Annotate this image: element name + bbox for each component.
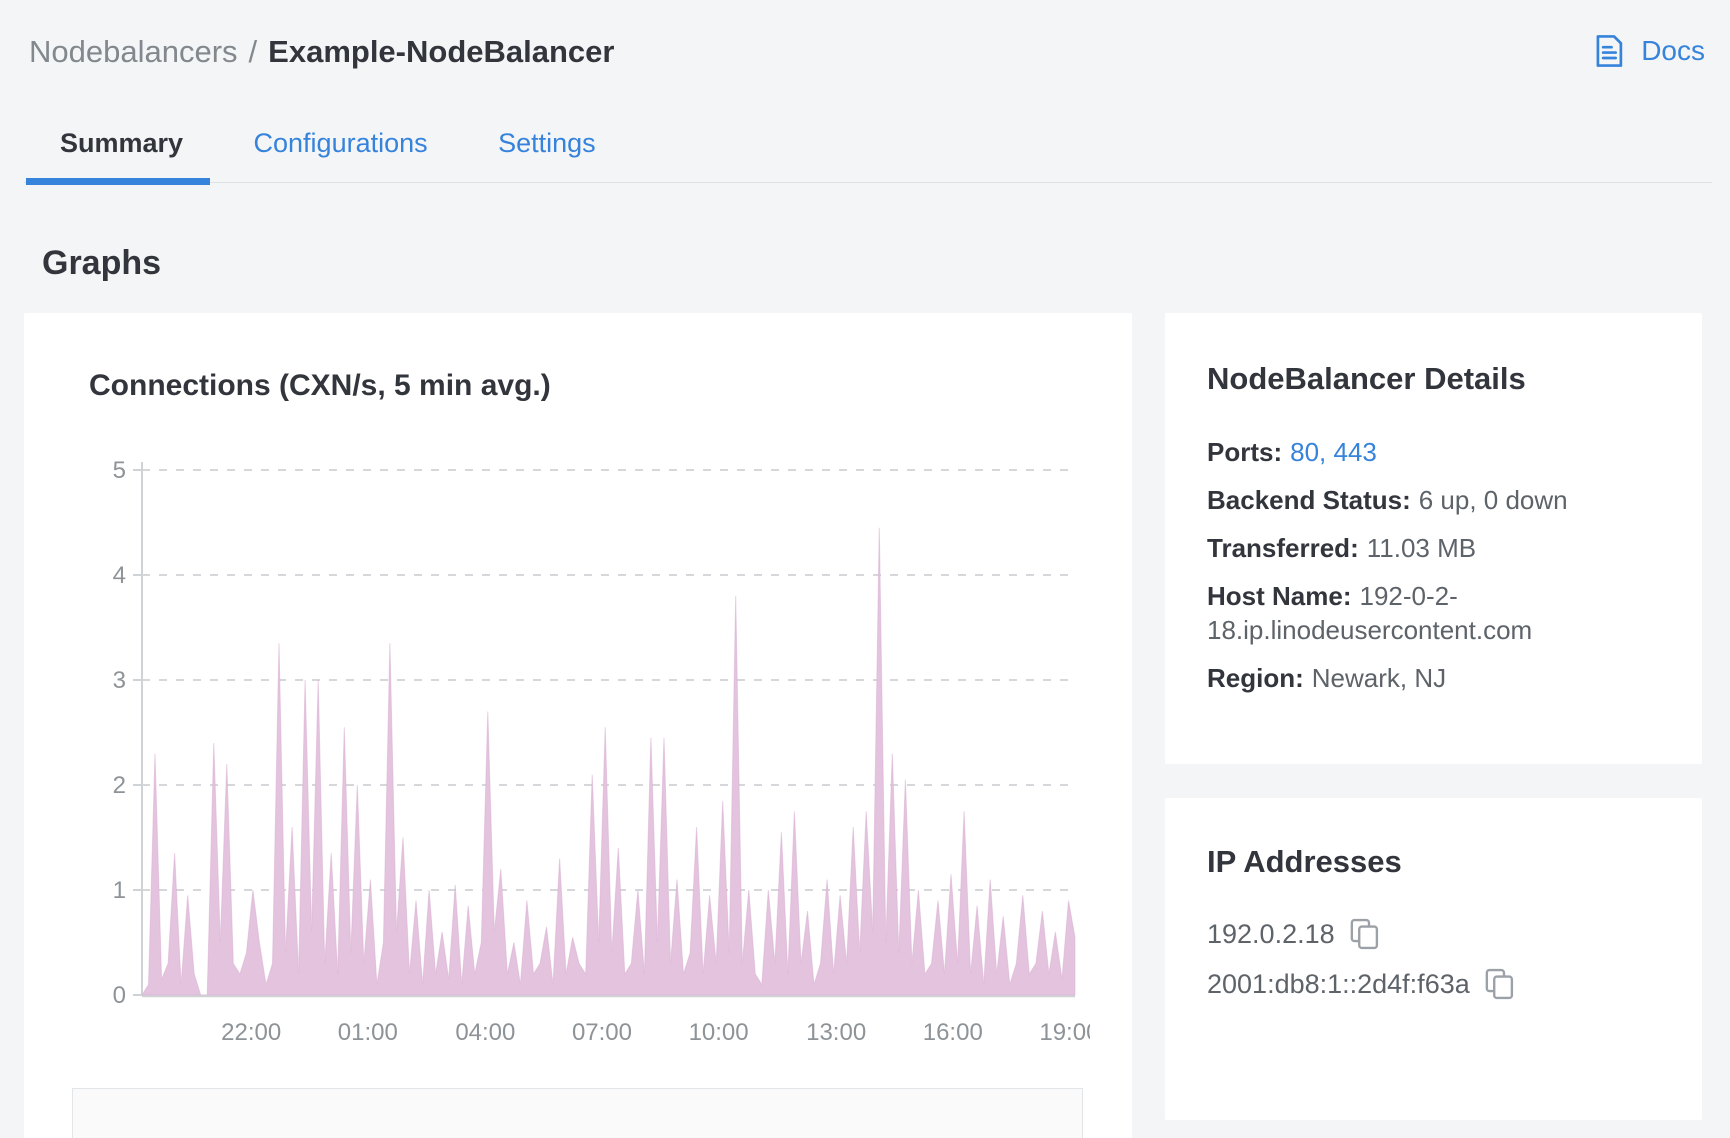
transferred-value: 11.03 MB	[1367, 533, 1476, 563]
svg-text:07:00: 07:00	[572, 1019, 632, 1046]
ipv4-address: 192.0.2.18	[1207, 919, 1335, 950]
ports-label: Ports:	[1207, 437, 1282, 467]
svg-text:22:00: 22:00	[221, 1019, 281, 1046]
port-80-link[interactable]: 80	[1290, 437, 1319, 467]
svg-text:16:00: 16:00	[923, 1019, 983, 1046]
detail-row-backend-status: Backend Status: 6 up, 0 down	[1207, 483, 1662, 517]
tab-bar: Summary Configurations Settings	[24, 118, 1712, 183]
region-value: Newark, NJ	[1312, 663, 1446, 693]
svg-text:2: 2	[113, 772, 126, 799]
docs-link[interactable]: Docs	[1590, 32, 1705, 70]
svg-text:01:00: 01:00	[338, 1019, 398, 1046]
port-443-link[interactable]: 443	[1334, 437, 1377, 467]
nodebalancer-summary-page: Nodebalancers/Example-NodeBalancer Docs …	[0, 0, 1730, 1138]
ports-separator: ,	[1319, 437, 1333, 467]
svg-text:3: 3	[113, 667, 126, 694]
svg-text:1: 1	[113, 877, 126, 904]
tab-settings[interactable]: Settings	[498, 128, 596, 159]
ip-row-ipv6: 2001:db8:1::2d4f:f63a	[1207, 968, 1662, 1000]
detail-row-region: Region: Newark, NJ	[1207, 661, 1662, 695]
page-title: Graphs	[42, 240, 161, 286]
copy-icon	[1350, 918, 1379, 950]
docs-icon	[1590, 32, 1628, 70]
svg-text:19:00: 19:00	[1039, 1019, 1090, 1046]
breadcrumb-separator: /	[249, 34, 258, 69]
breadcrumb: Nodebalancers / Example-NodeBalancer	[29, 30, 614, 74]
docs-label: Docs	[1641, 35, 1705, 67]
connections-area-chart: 0 1 2 3 4 5 22:00 01:00 04:00 07:00 10:00 13:00 16:0…	[85, 440, 1090, 1060]
graphs-card: Connections (CXN/s, 5 min avg.) 0 1 2 3 4 5 22…	[24, 313, 1132, 1138]
copy-icon	[1485, 968, 1514, 1000]
detail-row-transferred: Transferred: 11.03 MB	[1207, 531, 1662, 565]
svg-text:04:00: 04:00	[455, 1019, 515, 1046]
host-name-label: Host Name:	[1207, 581, 1351, 611]
nodebalancer-details-card: NodeBalancer Details Ports: 80, 443 Backe…	[1165, 313, 1702, 764]
svg-text:10:00: 10:00	[689, 1019, 749, 1046]
details-card-title: NodeBalancer Details	[1207, 361, 1662, 397]
ipv6-address: 2001:db8:1::2d4f:f63a	[1207, 969, 1470, 1000]
transferred-label: Transferred:	[1207, 533, 1359, 563]
tab-configurations[interactable]: Configurations	[254, 128, 428, 159]
backend-status-value: 6 up, 0 down	[1419, 485, 1568, 515]
breadcrumb-section-link[interactable]: Nodebalancers	[29, 34, 238, 69]
detail-row-host-name: Host Name:192-0-2-18.ip.linodeuserconten…	[1207, 579, 1662, 647]
svg-text:0: 0	[113, 982, 126, 1009]
ip-card-title: IP Addresses	[1207, 844, 1662, 880]
active-tab-underline	[26, 178, 210, 185]
breadcrumb-current: Example-NodeBalancer	[268, 34, 614, 69]
svg-text:5: 5	[113, 457, 126, 484]
svg-text:4: 4	[113, 562, 126, 589]
tab-summary[interactable]: Summary	[60, 128, 183, 159]
copy-ipv6-button[interactable]	[1485, 968, 1514, 1000]
ip-addresses-card: IP Addresses 192.0.2.18 2001:db8:1::2d4f…	[1165, 798, 1702, 1120]
chart-title: Connections (CXN/s, 5 min avg.)	[89, 369, 551, 403]
region-label: Region:	[1207, 663, 1304, 693]
copy-ipv4-button[interactable]	[1350, 918, 1379, 950]
detail-row-ports: Ports: 80, 443	[1207, 435, 1662, 469]
svg-text:13:00: 13:00	[806, 1019, 866, 1046]
backend-status-label: Backend Status:	[1207, 485, 1411, 515]
ip-row-ipv4: 192.0.2.18	[1207, 918, 1662, 950]
chart-legend-box	[72, 1088, 1083, 1138]
